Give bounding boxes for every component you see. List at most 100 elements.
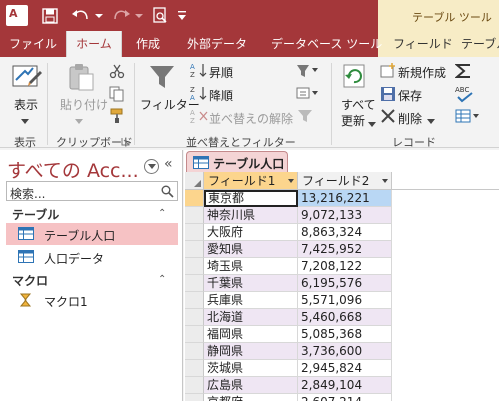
navigation-menu-icon[interactable] [144, 159, 159, 174]
print-preview-icon[interactable] [150, 6, 170, 25]
delete-dropdown-icon[interactable] [427, 114, 435, 128]
row-selector[interactable] [185, 258, 204, 275]
tab-home[interactable]: ホーム [66, 31, 122, 57]
row-selector[interactable] [185, 241, 204, 258]
nav-item-population-data[interactable]: 人口データ [6, 246, 178, 268]
row-selector[interactable] [185, 207, 204, 224]
population-cell[interactable]: 13,216,221 [298, 190, 392, 207]
search-input[interactable]: 検索... [10, 185, 45, 202]
prefecture-cell[interactable]: 京都府 [204, 394, 298, 401]
filter-icon[interactable] [147, 62, 177, 95]
population-cell[interactable]: 3,736,600 [298, 343, 392, 360]
row-selector[interactable] [185, 309, 204, 326]
population-cell[interactable]: 2,945,824 [298, 360, 392, 377]
collapse-macros-icon[interactable]: ⌃ [158, 274, 166, 285]
row-selector[interactable] [185, 190, 204, 207]
sort-ascending-button[interactable]: 昇順 [209, 64, 233, 81]
tab-fields[interactable]: フィールド [384, 31, 462, 57]
prefecture-cell[interactable]: 北海道 [204, 309, 298, 326]
prefecture-cell[interactable]: 静岡県 [204, 343, 298, 360]
prefecture-cell[interactable]: 千葉県 [204, 275, 298, 292]
population-cell[interactable]: 5,085,368 [298, 326, 392, 343]
navigation-search-box[interactable]: 検索... [6, 181, 178, 201]
population-cell[interactable]: 7,425,952 [298, 241, 392, 258]
population-cell[interactable]: 6,195,576 [298, 275, 392, 292]
prefecture-cell[interactable]: 福岡県 [204, 326, 298, 343]
cut-icon[interactable] [109, 63, 125, 82]
column-dropdown-icon[interactable] [382, 179, 388, 183]
clear-sort-button[interactable]: 並べ替えの解除 [209, 110, 293, 127]
refresh-all-icon[interactable] [341, 62, 369, 93]
shutter-bar-close-icon[interactable]: « [164, 156, 173, 172]
redo-dropdown-icon[interactable] [134, 6, 144, 25]
undo-dropdown-icon[interactable] [94, 6, 104, 25]
tab-table[interactable]: テーブル [452, 31, 499, 57]
sort-descending-icon[interactable]: ZA [190, 85, 208, 104]
selection-filter-icon[interactable] [296, 63, 322, 82]
tab-file[interactable]: ファイル [0, 31, 60, 57]
clipboard-dialog-launcher-icon[interactable] [121, 135, 130, 149]
more-records-icon[interactable] [455, 108, 481, 127]
nav-item-macro1[interactable]: マクロ1 [6, 289, 178, 311]
population-cell[interactable]: 2,849,104 [298, 377, 392, 394]
spelling-icon[interactable]: ABC [455, 85, 475, 106]
refresh-all-label-1[interactable]: すべて [341, 96, 376, 113]
redo-icon[interactable] [110, 6, 132, 25]
prefecture-cell[interactable]: 愛知県 [204, 241, 298, 258]
tab-external-data[interactable]: 外部データ [178, 31, 256, 57]
column-header[interactable]: フィールド2 [298, 172, 392, 190]
document-tab[interactable]: テーブル人口 [186, 151, 288, 172]
tab-database-tools[interactable]: データベース ツール [262, 31, 391, 57]
access-app-icon[interactable]: A [6, 5, 28, 26]
delete-record-icon[interactable] [380, 108, 396, 127]
nav-section-macros[interactable]: マクロ [12, 272, 48, 289]
new-record-button[interactable]: 新規作成 [398, 64, 446, 81]
population-cell[interactable]: 7,208,122 [298, 258, 392, 275]
population-cell[interactable]: 2,607,214 [298, 394, 392, 401]
view-icon[interactable] [11, 62, 43, 95]
toggle-filter-icon[interactable] [296, 108, 314, 127]
row-selector[interactable] [185, 343, 204, 360]
prefecture-cell[interactable]: 大阪府 [204, 224, 298, 241]
row-selector[interactable] [185, 360, 204, 377]
sort-descending-button[interactable]: 降順 [209, 87, 233, 104]
collapse-tables-icon[interactable]: ⌃ [158, 208, 166, 219]
format-painter-icon[interactable] [109, 108, 125, 127]
refresh-dropdown-icon[interactable] [368, 117, 376, 131]
paste-dropdown-icon[interactable] [75, 114, 83, 128]
prefecture-cell[interactable]: 東京都 [204, 190, 298, 207]
nav-item-table-population[interactable]: テーブル人口 [6, 223, 178, 245]
delete-record-button[interactable]: 削除 [398, 110, 422, 127]
clear-sort-icon[interactable]: AZ [190, 108, 208, 127]
tab-create[interactable]: 作成 [127, 31, 169, 57]
view-dropdown-icon[interactable] [21, 114, 29, 128]
row-selector[interactable] [185, 326, 204, 343]
select-all-corner[interactable] [185, 172, 204, 190]
advanced-filter-icon[interactable] [296, 86, 322, 105]
paste-icon[interactable] [66, 62, 96, 95]
refresh-all-label-2[interactable]: 更新 [341, 112, 365, 129]
prefecture-cell[interactable]: 兵庫県 [204, 292, 298, 309]
row-selector[interactable] [185, 224, 204, 241]
sort-ascending-icon[interactable]: AZ [190, 62, 208, 81]
row-selector[interactable] [185, 377, 204, 394]
save-record-button[interactable]: 保存 [398, 87, 422, 104]
navigation-pane-title[interactable]: すべての Acc... [7, 156, 139, 183]
search-icon[interactable] [161, 185, 174, 201]
save-record-icon[interactable] [380, 86, 396, 105]
row-selector[interactable] [185, 292, 204, 309]
population-cell[interactable]: 9,072,133 [298, 207, 392, 224]
customize-qat-icon[interactable] [175, 6, 189, 25]
prefecture-cell[interactable]: 広島県 [204, 377, 298, 394]
save-icon[interactable] [40, 6, 60, 25]
population-cell[interactable]: 5,460,668 [298, 309, 392, 326]
copy-icon[interactable] [109, 86, 125, 105]
new-record-icon[interactable] [380, 63, 396, 82]
prefecture-cell[interactable]: 埼玉県 [204, 258, 298, 275]
view-button[interactable]: 表示 [14, 96, 38, 113]
row-selector[interactable] [185, 275, 204, 292]
population-cell[interactable]: 8,863,324 [298, 224, 392, 241]
column-header[interactable]: フィールド1 [204, 172, 298, 190]
column-dropdown-icon[interactable] [288, 179, 294, 183]
population-cell[interactable]: 5,571,096 [298, 292, 392, 309]
